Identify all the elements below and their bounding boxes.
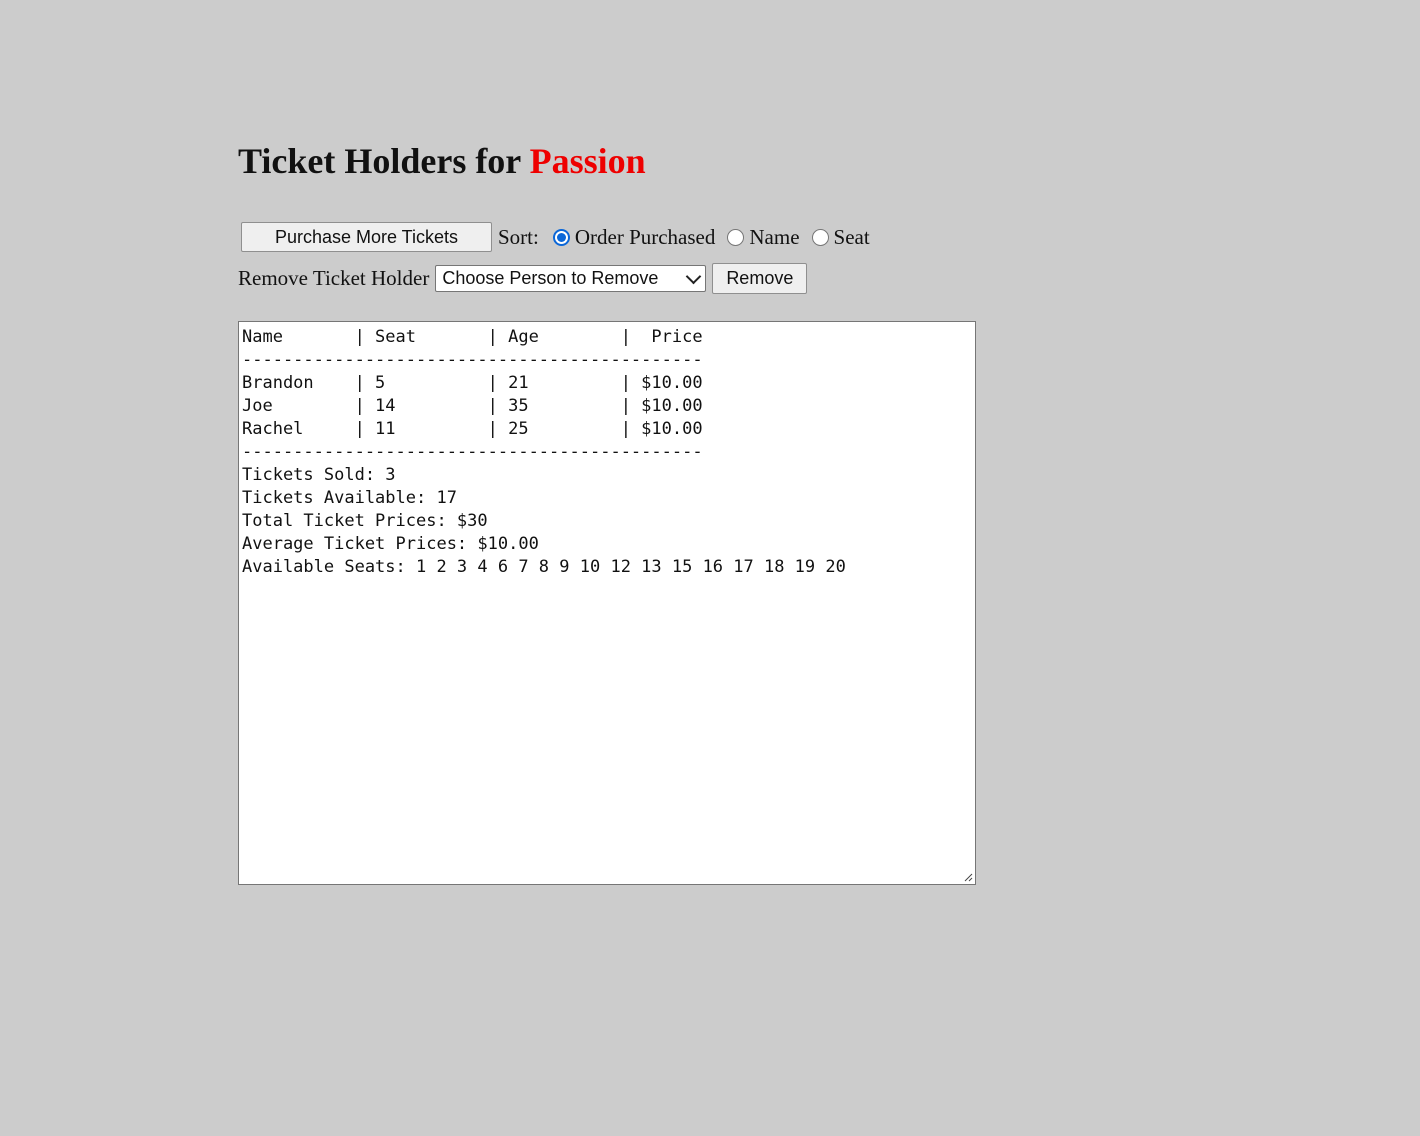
ticket-report-textarea[interactable]: Name | Seat | Age | Price ---------------… <box>238 321 976 885</box>
report-line: ----------------------------------------… <box>242 350 703 370</box>
radio-order-purchased[interactable] <box>552 228 570 246</box>
page-title: Ticket Holders for Passion <box>238 137 646 185</box>
show-name: Passion <box>529 141 646 181</box>
radio-seat[interactable] <box>811 228 829 246</box>
remove-button[interactable]: Remove <box>712 263 808 294</box>
chevron-down-icon <box>686 268 702 284</box>
sort-option-order-purchased[interactable]: Order Purchased <box>552 224 728 250</box>
report-line: Average Ticket Prices: $10.00 <box>242 534 539 554</box>
radio-label-seat: Seat <box>833 224 870 249</box>
purchase-more-tickets-button[interactable]: Purchase More Tickets <box>241 222 492 252</box>
radio-label-order-purchased: Order Purchased <box>574 224 716 249</box>
controls-row: Purchase More Tickets Sort: Order Purcha… <box>238 222 882 252</box>
report-line: Tickets Available: 17 <box>242 488 457 508</box>
report-line: Brandon | 5 | 21 | $10.00 <box>242 373 703 393</box>
sort-option-seat[interactable]: Seat <box>811 224 882 250</box>
resize-grip-icon[interactable] <box>963 872 973 882</box>
report-line: Name | Seat | Age | Price <box>242 327 703 347</box>
remove-ticket-holder-label: Remove Ticket Holder <box>238 266 430 290</box>
report-line: Tickets Sold: 3 <box>242 465 396 485</box>
report-line: Total Ticket Prices: $30 <box>242 511 488 531</box>
person-to-remove-select[interactable]: Choose Person to Remove <box>435 265 707 292</box>
sort-option-name[interactable]: Name <box>727 225 811 250</box>
report-line: ----------------------------------------… <box>242 442 703 462</box>
report-line: Rachel | 11 | 25 | $10.00 <box>242 419 703 439</box>
report-line: Available Seats: 1 2 3 4 6 7 8 9 10 12 1… <box>242 557 846 577</box>
sort-label: Sort: <box>498 224 539 249</box>
radio-name[interactable] <box>727 228 745 246</box>
radio-label-name: Name <box>749 224 800 249</box>
person-select-value: Choose Person to Remove <box>442 268 659 288</box>
report-line: Joe | 14 | 35 | $10.00 <box>242 396 703 416</box>
remove-row: Remove Ticket Holder Choose Person to Re… <box>238 263 808 294</box>
report-lines: Name | Seat | Age | Price ---------------… <box>242 326 972 579</box>
page-title-prefix: Ticket Holders for <box>238 141 521 181</box>
